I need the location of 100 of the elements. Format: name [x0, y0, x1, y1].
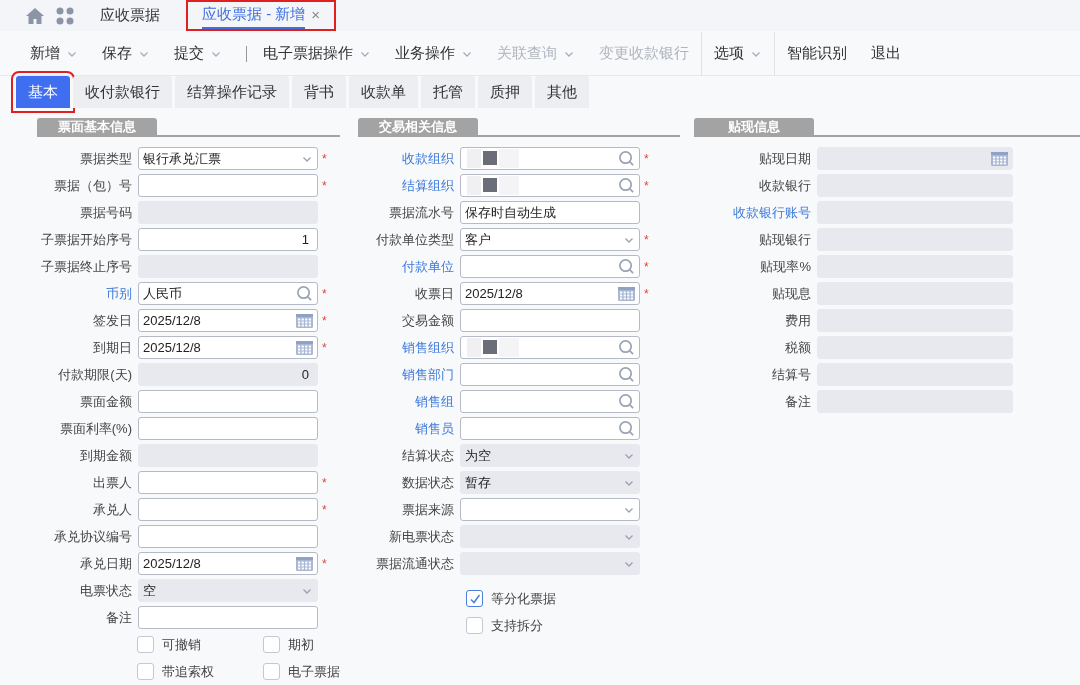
field-value: 2025/12/8: [143, 311, 202, 330]
field-label: 电票状态: [79, 581, 133, 600]
lookup-field[interactable]: [460, 336, 640, 359]
field-label: 承兑协议编号: [53, 527, 133, 546]
input-field[interactable]: [138, 417, 318, 440]
form-tab[interactable]: 收付款银行: [73, 76, 172, 108]
search-icon[interactable]: [296, 285, 313, 302]
lookup-field[interactable]: [460, 417, 640, 440]
required-mark: *: [322, 150, 327, 168]
toolbar-button[interactable]: 智能识别: [775, 31, 859, 76]
select-field[interactable]: [460, 498, 640, 521]
checkbox[interactable]: [263, 663, 280, 680]
checkbox-label: 电子票据: [288, 662, 340, 681]
field-label[interactable]: 收款组织: [350, 148, 460, 169]
search-icon[interactable]: [618, 258, 635, 275]
field-label[interactable]: 销售员: [350, 418, 460, 439]
lookup-field[interactable]: [460, 174, 640, 197]
toolbar-button[interactable]: 选项: [701, 31, 775, 76]
input-field[interactable]: [138, 471, 318, 494]
form-tab[interactable]: 其他: [535, 76, 589, 108]
section-title: 票面基本信息: [37, 118, 157, 135]
checkbox[interactable]: [466, 617, 483, 634]
select-field[interactable]: 客户: [460, 228, 640, 251]
field-value: 2025/12/8: [143, 338, 202, 357]
input-field[interactable]: [138, 606, 318, 629]
toolbar-button[interactable]: 电子票据操作: [234, 31, 383, 76]
required-mark: *: [644, 177, 649, 195]
date-field[interactable]: 2025/12/8: [138, 336, 318, 359]
required-mark: *: [644, 231, 649, 249]
field-label: 收款银行: [758, 176, 812, 195]
required-mark: *: [644, 150, 649, 168]
field-label: 贴现息: [771, 284, 812, 303]
calendar-icon[interactable]: [296, 556, 313, 571]
field-label: 费用: [784, 311, 812, 330]
home-icon[interactable]: [26, 7, 44, 24]
field-label: 备注: [784, 392, 812, 411]
search-icon[interactable]: [618, 177, 635, 194]
toolbar-button[interactable]: 保存: [90, 31, 162, 76]
checkbox-label: 支持拆分: [491, 616, 543, 635]
toolbar-button[interactable]: 退出: [859, 31, 913, 76]
form-tab[interactable]: 结算操作记录: [175, 76, 289, 108]
field-value: 1: [300, 230, 310, 249]
field-label: 票据流水号: [388, 203, 455, 222]
toolbar-button[interactable]: 业务操作: [383, 31, 485, 76]
section-title: 贴现信息: [694, 118, 814, 135]
field-label: 票据号码: [79, 203, 133, 222]
field-label: 票面金额: [79, 392, 133, 411]
field-label: 贴现银行: [758, 230, 812, 249]
search-icon[interactable]: [618, 420, 635, 437]
checkbox[interactable]: [137, 636, 154, 653]
field-label[interactable]: 付款单位: [350, 256, 460, 277]
search-icon[interactable]: [618, 150, 635, 167]
lookup-field[interactable]: [460, 363, 640, 386]
calendar-icon[interactable]: [296, 340, 313, 355]
form-tab[interactable]: 背书: [292, 76, 346, 108]
calendar-icon[interactable]: [618, 286, 635, 301]
date-field[interactable]: 2025/12/8: [138, 552, 318, 575]
input-field[interactable]: [138, 174, 318, 197]
field-label[interactable]: 币别: [0, 283, 138, 304]
form-tab[interactable]: 收款单: [349, 76, 418, 108]
checkbox[interactable]: [137, 663, 154, 680]
search-icon[interactable]: [618, 393, 635, 410]
required-mark: *: [322, 555, 327, 573]
form-tab[interactable]: 质押: [478, 76, 532, 108]
lookup-field[interactable]: [460, 255, 640, 278]
field-label: 承兑人: [92, 500, 133, 519]
input-field[interactable]: 1: [138, 228, 318, 251]
apps-grid-icon[interactable]: [56, 6, 74, 25]
field-label[interactable]: 销售组织: [350, 337, 460, 358]
search-icon[interactable]: [618, 366, 635, 383]
input-field[interactable]: [138, 390, 318, 413]
section-title: 交易相关信息: [358, 118, 478, 135]
field-label[interactable]: 结算组织: [350, 175, 460, 196]
required-mark: *: [644, 285, 649, 303]
calendar-icon[interactable]: [296, 313, 313, 328]
lookup-field[interactable]: 人民币: [138, 282, 318, 305]
field-value: 人民币: [143, 284, 183, 303]
search-icon[interactable]: [618, 339, 635, 356]
input-field[interactable]: [138, 498, 318, 521]
checkbox[interactable]: [263, 636, 280, 653]
lookup-field[interactable]: [460, 147, 640, 170]
field-label: 结算状态: [401, 446, 455, 465]
field-label: 票面利率(%): [58, 419, 133, 438]
required-mark: *: [322, 285, 327, 303]
field-label[interactable]: 销售组: [350, 391, 460, 412]
date-field[interactable]: 2025/12/8: [138, 309, 318, 332]
lookup-field[interactable]: [460, 390, 640, 413]
field-value: 银行承兑汇票: [143, 149, 222, 168]
checkbox[interactable]: [466, 590, 483, 607]
toolbar-button[interactable]: 提交: [162, 31, 234, 76]
field-label[interactable]: 销售部门: [350, 364, 460, 385]
form-tab[interactable]: 托管: [421, 76, 475, 108]
input-field[interactable]: [138, 525, 318, 548]
field-label: 签发日: [92, 311, 133, 330]
field-label: 票据（包）号: [53, 176, 133, 195]
date-field[interactable]: 2025/12/8: [460, 282, 640, 305]
page-tab[interactable]: 应收票据: [86, 0, 174, 31]
select-field[interactable]: 银行承兑汇票: [138, 147, 318, 170]
input-field[interactable]: 保存时自动生成: [460, 201, 640, 224]
input-field[interactable]: [460, 309, 640, 332]
